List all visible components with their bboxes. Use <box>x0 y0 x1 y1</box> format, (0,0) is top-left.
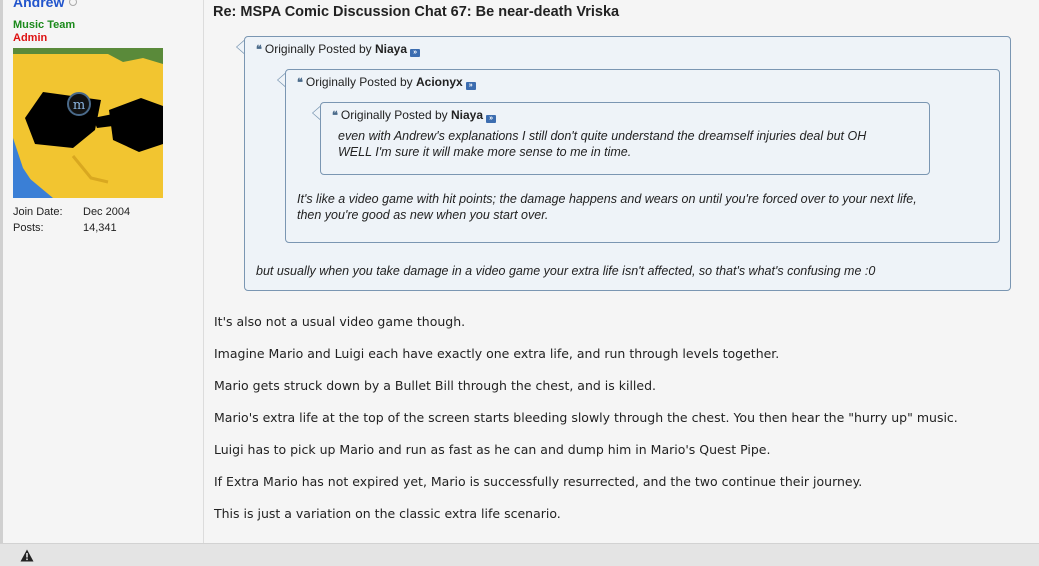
quote-block-outer: ❝ Originally Posted by Niaya» ❝ Originally… <box>236 36 1011 291</box>
quote-body: even with Andrew's explanations I still … <box>338 128 866 160</box>
avatar-image: m <box>13 48 163 198</box>
post-paragraph: If Extra Mario has not expired yet, Mari… <box>214 474 863 489</box>
view-post-icon[interactable]: » <box>465 82 476 90</box>
user-rank: Admin <box>13 32 48 44</box>
post-footer-bar <box>0 543 1039 566</box>
quote-line: even with Andrew's explanations I still … <box>338 129 867 143</box>
join-date-row: Join Date: Dec 2004 <box>13 206 130 218</box>
quote-arrow <box>312 106 320 120</box>
quote-line: WELL I'm sure it will make more sense to… <box>338 145 632 159</box>
warning-icon[interactable] <box>20 549 34 562</box>
user-title: Music Team <box>13 19 76 31</box>
post-content: Re: MSPA Comic Discussion Chat 67: Be ne… <box>213 0 1033 543</box>
svg-text:m: m <box>73 98 85 113</box>
post-container: Andrew Music Team Admin m Join Date: Dec … <box>0 0 1039 543</box>
post-paragraph: It's also not a usual video game though. <box>214 314 466 329</box>
view-post-icon[interactable]: » <box>410 49 421 57</box>
quote-prefix: Originally Posted by <box>264 42 372 56</box>
post-paragraph: Luigi has to pick up Mario and run as fa… <box>214 442 771 457</box>
quote-prefix: Originally Posted by <box>340 108 448 122</box>
offline-status-icon <box>69 0 77 6</box>
posts-label: Posts: <box>13 222 44 234</box>
post-paragraph: Imagine Mario and Luigi each have exactl… <box>214 346 780 361</box>
join-date-value: Dec 2004 <box>83 206 131 218</box>
posts-row: Posts: 14,341 <box>13 222 117 234</box>
post-title: Re: MSPA Comic Discussion Chat 67: Be ne… <box>213 4 620 20</box>
quote-icon: ❝ <box>256 44 262 56</box>
quote-line: It's like a video game with hit points; … <box>297 192 917 206</box>
quote-body: It's like a video game with hit points; … <box>297 191 917 223</box>
join-date-label: Join Date: <box>13 206 63 218</box>
username-link[interactable]: Andrew <box>13 0 64 10</box>
user-info-panel: Andrew Music Team Admin m Join Date: Dec … <box>3 0 204 543</box>
quote-author-link[interactable]: Acionyx <box>416 75 463 89</box>
quote-prefix: Originally Posted by <box>305 75 413 89</box>
quote-author-link[interactable]: Niaya <box>451 108 483 122</box>
post-paragraph: Mario gets struck down by a Bullet Bill … <box>214 378 656 393</box>
quote-icon: ❝ <box>297 77 303 89</box>
quote-header: ❝ Originally Posted by Acionyx» <box>297 75 476 90</box>
quote-arrow <box>277 73 285 87</box>
posts-value: 14,341 <box>83 222 117 234</box>
quote-block-middle: ❝ Originally Posted by Acionyx» ❝ Original… <box>277 69 1000 243</box>
post-paragraph: This is just a variation on the classic … <box>214 506 561 521</box>
quote-icon: ❝ <box>332 110 338 122</box>
quote-author-link[interactable]: Niaya <box>375 42 407 56</box>
quote-arrow <box>236 40 244 54</box>
avatar[interactable]: m <box>13 48 163 198</box>
quote-header: ❝ Originally Posted by Niaya» <box>332 108 497 123</box>
quote-body: but usually when you take damage in a vi… <box>256 264 876 278</box>
quote-line: then you're good as new when you start o… <box>297 208 549 222</box>
quote-header: ❝ Originally Posted by Niaya» <box>256 42 421 57</box>
quote-block-inner: ❝ Originally Posted by Niaya» even with A… <box>312 102 930 175</box>
post-paragraph: Mario's extra life at the top of the scr… <box>214 410 958 425</box>
view-post-icon[interactable]: » <box>486 115 497 123</box>
